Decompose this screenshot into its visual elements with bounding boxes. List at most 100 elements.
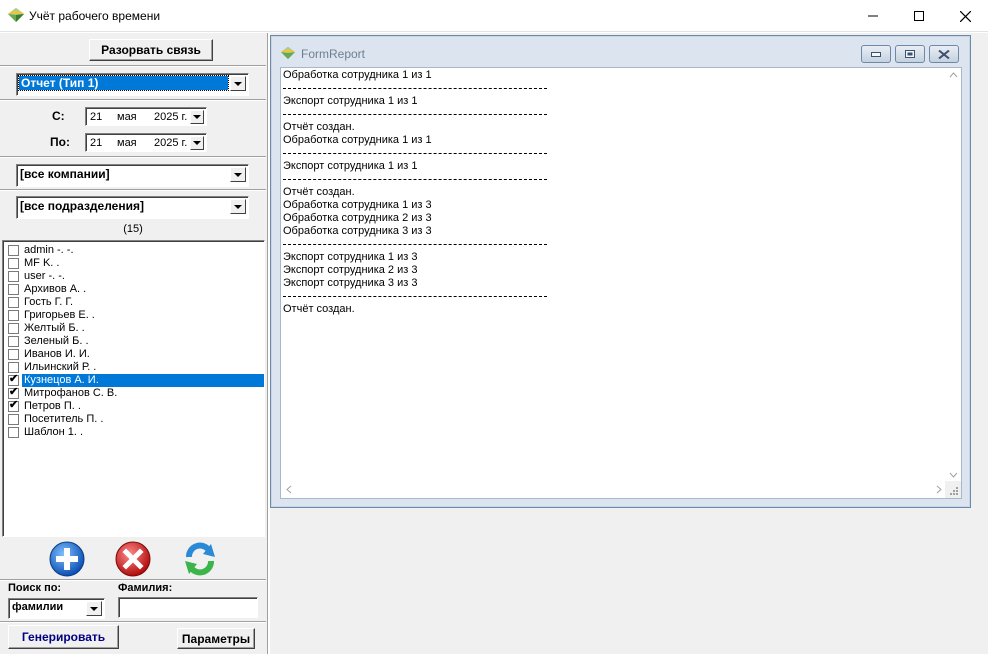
minimize-icon	[868, 15, 878, 17]
list-item[interactable]: Зеленый Б. .	[6, 335, 264, 348]
dropdown-button[interactable]	[230, 76, 246, 91]
chevron-down-icon	[234, 172, 242, 177]
department-select[interactable]: [все подразделения]	[16, 196, 249, 219]
list-item[interactable]: ✔ Митрофанов С. В.	[6, 386, 264, 400]
report-log[interactable]: Обработка сотрудника 1 из 1 Экспорт сотру…	[280, 67, 962, 499]
employee-checkbox[interactable]: ✔	[8, 399, 19, 412]
log-line: Экспорт сотрудника 1 из 3	[283, 251, 418, 263]
date-from-year[interactable]: 2025 г.	[154, 111, 187, 123]
scroll-up-icon[interactable]	[949, 72, 958, 78]
date-from-day[interactable]: 21	[90, 111, 102, 123]
date-from-picker[interactable]: 21 мая 2025 г.	[85, 107, 207, 126]
refresh-button[interactable]	[181, 540, 219, 578]
employee-name: Петров П. .	[24, 400, 81, 412]
list-item[interactable]: MF K. .	[6, 257, 264, 270]
employee-checkbox[interactable]	[8, 271, 19, 282]
refresh-icon	[185, 542, 215, 576]
employee-checkbox[interactable]	[8, 297, 19, 308]
employee-checkbox[interactable]: ✔	[8, 373, 19, 386]
add-button[interactable]	[48, 540, 86, 578]
close-icon	[938, 49, 950, 59]
dropdown-button[interactable]	[86, 601, 102, 616]
employee-checkbox[interactable]	[8, 427, 19, 438]
employee-checkbox[interactable]	[8, 284, 19, 295]
date-to-picker[interactable]: 21 мая 2025 г.	[85, 133, 207, 152]
employee-checkbox[interactable]	[8, 336, 19, 347]
date-to-month[interactable]: мая	[117, 137, 137, 149]
list-item[interactable]: ✔ Кузнецов А. И.	[6, 373, 264, 387]
search-by-value: фамилии	[12, 601, 64, 613]
horizontal-scrollbar[interactable]	[281, 481, 947, 498]
window-title: Учёт рабочего времени	[29, 9, 161, 23]
list-item[interactable]: ✔ Петров П. .	[6, 399, 264, 413]
date-to-day[interactable]: 21	[90, 137, 102, 149]
list-item[interactable]: admin -. -.	[6, 244, 264, 257]
employee-list[interactable]: admin -. -. MF K. . user -. -. Архивов А. .…	[2, 240, 265, 537]
list-item[interactable]: Желтый Б. .	[6, 322, 264, 335]
child-minimize-button[interactable]	[861, 45, 891, 63]
generate-button[interactable]: Генерировать	[8, 625, 119, 649]
list-item[interactable]: Шаблон 1. .	[6, 426, 264, 439]
lastname-input[interactable]	[118, 597, 258, 618]
date-to-year[interactable]: 2025 г.	[154, 137, 187, 149]
company-select[interactable]: [все компании]	[16, 164, 249, 187]
list-item[interactable]: Григорьев Е. .	[6, 309, 264, 322]
dropdown-button[interactable]	[230, 167, 246, 182]
minimize-button[interactable]	[850, 0, 896, 32]
list-item[interactable]: Иванов И. И.	[6, 348, 264, 361]
delete-button[interactable]	[114, 540, 152, 578]
employee-checkbox[interactable]	[8, 362, 19, 373]
vertical-scrollbar[interactable]	[946, 68, 961, 482]
lastname-label: Фамилия:	[118, 582, 173, 594]
check-icon: ✔	[9, 386, 19, 398]
employee-checkbox[interactable]	[8, 349, 19, 360]
scroll-down-icon[interactable]	[949, 472, 958, 478]
log-line: Экспорт сотрудника 2 из 3	[283, 264, 418, 276]
disconnect-button[interactable]: Разорвать связь	[89, 39, 213, 61]
list-item[interactable]: user -. -.	[6, 270, 264, 283]
list-item[interactable]: Ильинский Р. .	[6, 361, 264, 374]
maximize-button[interactable]	[896, 0, 942, 32]
employee-checkbox[interactable]	[8, 414, 19, 425]
list-item[interactable]: Гость Г. Г.	[6, 296, 264, 309]
divider	[0, 99, 266, 101]
scroll-left-icon[interactable]	[286, 485, 292, 494]
date-from-month[interactable]: мая	[117, 111, 137, 123]
grip-icon	[950, 487, 958, 495]
child-restore-button[interactable]	[895, 45, 925, 63]
employee-count: (15)	[123, 223, 143, 235]
employee-checkbox[interactable]: ✔	[8, 386, 19, 399]
divider	[0, 65, 266, 67]
log-separator	[283, 153, 547, 154]
report-window[interactable]: FormReport Обработка сотрудника 1 из 1 Э…	[270, 35, 971, 508]
child-close-button[interactable]	[929, 45, 959, 63]
employee-checkbox[interactable]	[8, 323, 19, 334]
app-diamond-icon	[8, 8, 24, 22]
employee-checkbox[interactable]	[8, 245, 19, 256]
date-to-dropdown[interactable]	[190, 136, 204, 150]
date-from-dropdown[interactable]	[190, 110, 204, 124]
title-bar: Учёт рабочего времени	[0, 0, 988, 32]
log-line: Обработка сотрудника 3 из 3	[283, 225, 432, 237]
parameters-button[interactable]: Параметры	[177, 628, 255, 649]
scroll-right-icon[interactable]	[936, 485, 942, 494]
close-button[interactable]	[942, 0, 988, 32]
employee-name: Посетитель П. .	[24, 413, 104, 425]
chevron-down-icon	[234, 81, 242, 86]
log-line: Обработка сотрудника 1 из 3	[283, 199, 432, 211]
mdi-area: FormReport Обработка сотрудника 1 из 1 Э…	[269, 33, 988, 654]
log-line: Обработка сотрудника 1 из 1	[283, 69, 432, 81]
employee-checkbox[interactable]	[8, 310, 19, 321]
dropdown-button[interactable]	[230, 199, 246, 214]
search-by-select[interactable]: фамилии	[8, 598, 105, 619]
divider	[0, 621, 266, 623]
size-grip[interactable]	[945, 481, 961, 498]
restore-icon	[905, 50, 915, 58]
list-item[interactable]: Посетитель П. .	[6, 413, 264, 426]
list-item[interactable]: Архивов А. .	[6, 283, 264, 296]
employee-checkbox[interactable]	[8, 258, 19, 269]
log-line: Отчёт создан.	[283, 121, 355, 133]
report-window-title: FormReport	[301, 47, 366, 61]
report-type-select[interactable]: Отчет (Тип 1)	[16, 73, 249, 96]
log-line: Обработка сотрудника 2 из 3	[283, 212, 432, 224]
